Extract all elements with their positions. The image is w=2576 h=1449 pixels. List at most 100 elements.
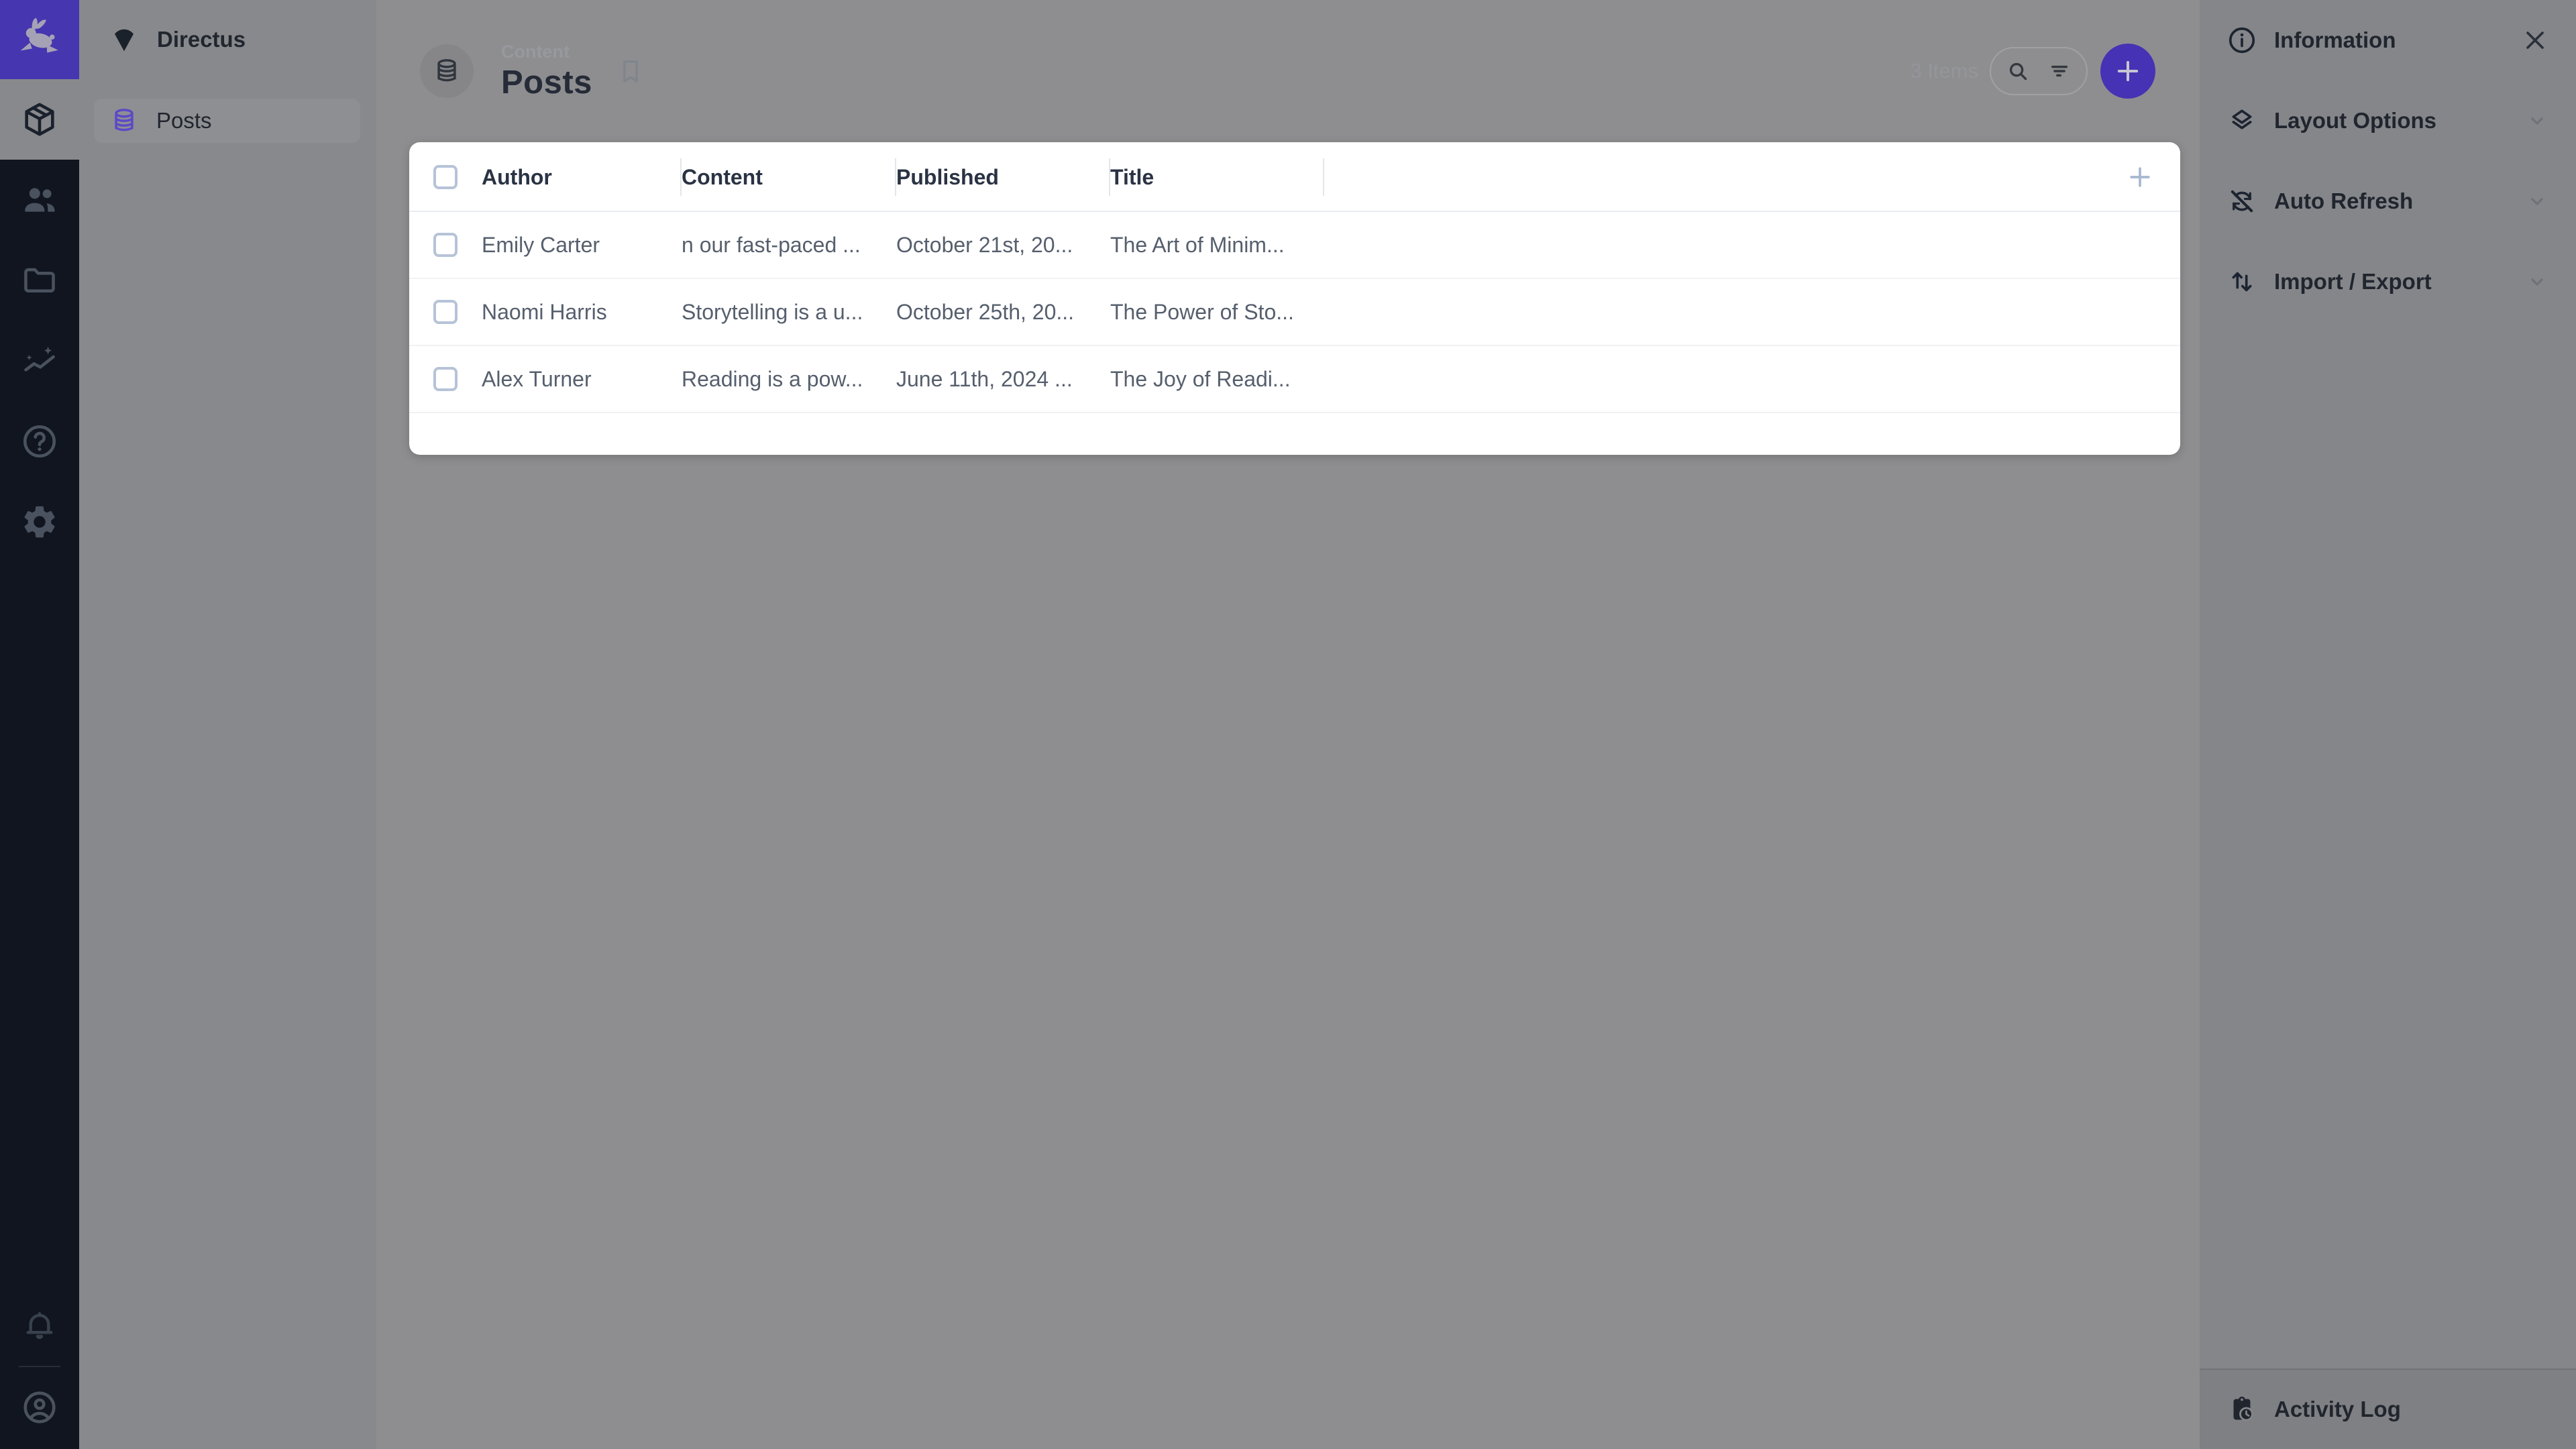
activity-log-button[interactable]: Activity Log [2200,1368,2576,1449]
project-switcher[interactable]: Directus [79,0,376,79]
expand-layout-options-button[interactable] [2524,108,2550,133]
folder-icon [20,261,59,300]
bookmark-button[interactable] [616,56,645,86]
items-count: 3 Items [1910,59,1978,83]
box-icon [20,100,59,139]
table-row[interactable]: Emily Carter n our fast-paced ... Octobe… [409,212,2180,279]
cell-author: Naomi Harris [482,300,682,325]
module-file-library[interactable] [0,240,79,321]
expand-import-export-button[interactable] [2524,269,2550,294]
select-all-checkbox[interactable] [433,165,458,189]
bookmark-icon [616,56,645,86]
cell-published: October 21st, 20... [896,233,1110,258]
row-checkbox[interactable] [433,233,458,257]
row-checkbox[interactable] [433,300,458,324]
breadcrumb: Content [501,43,592,61]
nav-sidebar: Directus Posts [79,0,376,1449]
search-icon [2005,58,2031,84]
module-bar [0,0,79,1449]
clipboard-clock-icon [2226,1394,2257,1425]
users-icon [20,180,59,219]
column-header-content[interactable]: Content [682,142,896,212]
column-header-published[interactable]: Published [896,142,1110,212]
insights-icon [20,341,59,380]
database-icon [110,107,138,135]
sidebar-section-import-export[interactable]: Import / Export [2200,241,2576,322]
create-item-button[interactable] [2100,44,2155,99]
info-icon [2226,25,2257,56]
row-select-cell [409,300,482,324]
close-icon [2520,25,2550,55]
plus-icon [2114,57,2142,85]
row-select-cell [409,367,482,391]
project-name: Directus [157,27,246,52]
page-header: Content Posts 3 Items [376,0,2200,142]
cell-content: Reading is a pow... [682,367,896,392]
search-button[interactable] [2005,58,2031,84]
select-all-cell [409,165,482,189]
module-help[interactable] [0,401,79,482]
items-table: Author Content Published Title Emily Car… [409,142,2180,455]
chevron-down-icon [2524,108,2550,133]
main-content: Content Posts 3 Items [376,0,2200,1449]
nav-item-posts[interactable]: Posts [94,99,360,143]
sidebar-section-label: Layout Options [2274,108,2436,133]
page-title: Posts [501,66,592,99]
cell-title: The Joy of Readi... [1110,367,1324,392]
row-select-cell [409,233,482,257]
user-menu-button[interactable] [0,1367,79,1448]
sidebar-section-layout-options[interactable]: Layout Options [2200,80,2576,161]
cell-author: Emily Carter [482,233,682,258]
module-user-directory[interactable] [0,160,79,240]
plus-icon [2125,162,2155,192]
table-row[interactable]: Naomi Harris Storytelling is a u... Octo… [409,279,2180,346]
module-bar-bottom [0,1285,79,1449]
close-sidebar-button[interactable] [2520,25,2550,55]
cell-published: June 11th, 2024 ... [896,367,1110,392]
cell-title: The Art of Minim... [1110,233,1324,258]
chevron-down-icon [2524,189,2550,214]
sync-disabled-icon [2226,186,2257,217]
nav-item-label: Posts [156,108,212,133]
column-header-title[interactable]: Title [1110,142,1324,212]
filter-button[interactable] [2047,58,2072,84]
notifications-button[interactable] [0,1285,79,1366]
directus-logo[interactable] [0,0,79,79]
activity-log-label: Activity Log [2274,1397,2401,1422]
right-sidebar: Information Layout Options [2200,0,2576,1449]
sidebar-section-label: Auto Refresh [2274,189,2413,214]
table-header-row: Author Content Published Title [409,142,2180,212]
layers-icon [2226,105,2257,136]
table-footer [409,413,2180,455]
cell-title: The Power of Sto... [1110,300,1324,325]
import-export-icon [2226,266,2257,297]
module-content[interactable] [0,79,79,160]
chevron-down-icon [2524,269,2550,294]
help-icon [20,422,59,461]
gear-icon [20,502,59,541]
module-settings[interactable] [0,482,79,562]
title-block: Content Posts [501,43,592,99]
filter-icon [2047,58,2072,84]
column-header-author[interactable]: Author [482,142,682,212]
module-insights[interactable] [0,321,79,401]
search-filter-pill [1990,47,2088,95]
add-column-button[interactable] [2125,162,2180,192]
sidebar-section-auto-refresh[interactable]: Auto Refresh [2200,161,2576,241]
project-fan-icon [109,24,140,55]
row-checkbox[interactable] [433,367,458,391]
sidebar-section-label: Information [2274,28,2396,53]
bell-icon [21,1307,58,1344]
cell-published: October 25th, 20... [896,300,1110,325]
database-icon [433,57,461,85]
rabbit-icon [15,15,64,64]
sidebar-section-information[interactable]: Information [2200,0,2576,80]
cell-content: n our fast-paced ... [682,233,896,258]
sidebar-section-label: Import / Export [2274,269,2432,294]
expand-auto-refresh-button[interactable] [2524,189,2550,214]
table-row[interactable]: Alex Turner Reading is a pow... June 11t… [409,346,2180,413]
cell-author: Alex Turner [482,367,682,392]
collection-icon-button[interactable] [420,44,474,98]
cell-content: Storytelling is a u... [682,300,896,325]
user-circle-icon [20,1388,59,1427]
